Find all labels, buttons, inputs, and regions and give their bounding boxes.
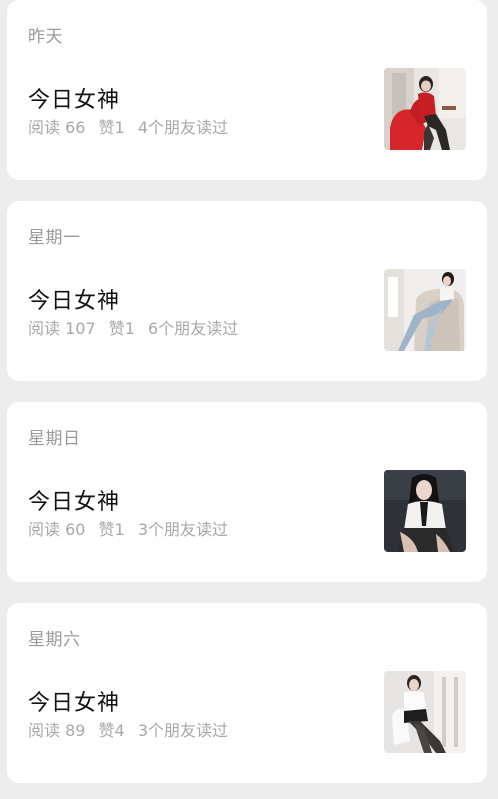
date-label: 星期一	[28, 228, 81, 248]
article-thumbnail[interactable]	[384, 671, 466, 753]
photo-sofa-denim-icon	[384, 269, 466, 351]
article-card[interactable]: 昨天 今日女神 阅读 66 赞1 4个朋友读过	[7, 0, 487, 180]
photo-red-chair-icon	[384, 68, 466, 150]
date-label: 昨天	[28, 27, 63, 47]
like-count: 赞4	[98, 721, 125, 740]
article-title[interactable]: 今日女神	[28, 484, 120, 516]
date-label: 星期六	[28, 630, 81, 650]
article-thumbnail[interactable]	[384, 269, 466, 351]
read-count: 阅读 60	[28, 520, 86, 539]
friends-read: 3个朋友读过	[137, 520, 229, 539]
photo-dark-room-icon	[384, 470, 466, 552]
article-stats: 阅读 89 赞4 3个朋友读过	[28, 717, 236, 741]
article-stats: 阅读 107 赞1 6个朋友读过	[28, 315, 246, 339]
read-count: 阅读 107	[28, 319, 96, 338]
like-count: 赞1	[98, 118, 125, 137]
article-thumbnail[interactable]	[384, 470, 466, 552]
article-stats: 阅读 60 赞1 3个朋友读过	[28, 516, 236, 540]
date-label: 星期日	[28, 429, 81, 449]
like-count: 赞1	[108, 319, 135, 338]
article-card[interactable]: 星期日 今日女神 阅读 60 赞1 3个朋友读过	[7, 402, 487, 582]
article-title[interactable]: 今日女神	[28, 283, 120, 315]
read-count: 阅读 66	[28, 118, 86, 137]
article-thumbnail[interactable]	[384, 68, 466, 150]
like-count: 赞1	[98, 520, 125, 539]
article-title[interactable]: 今日女神	[28, 82, 120, 114]
article-stats: 阅读 66 赞1 4个朋友读过	[28, 114, 236, 138]
friends-read: 6个朋友读过	[148, 319, 239, 338]
friends-read: 4个朋友读过	[137, 118, 229, 137]
article-card[interactable]: 星期六 今日女神 阅读 89 赞4 3个朋友读过	[7, 603, 487, 783]
article-title[interactable]: 今日女神	[28, 685, 120, 717]
photo-white-chair-icon	[384, 671, 466, 753]
article-card[interactable]: 星期一 今日女神 阅读 107 赞1 6个朋友读过	[7, 201, 487, 381]
read-count: 阅读 89	[28, 721, 86, 740]
friends-read: 3个朋友读过	[137, 721, 229, 740]
